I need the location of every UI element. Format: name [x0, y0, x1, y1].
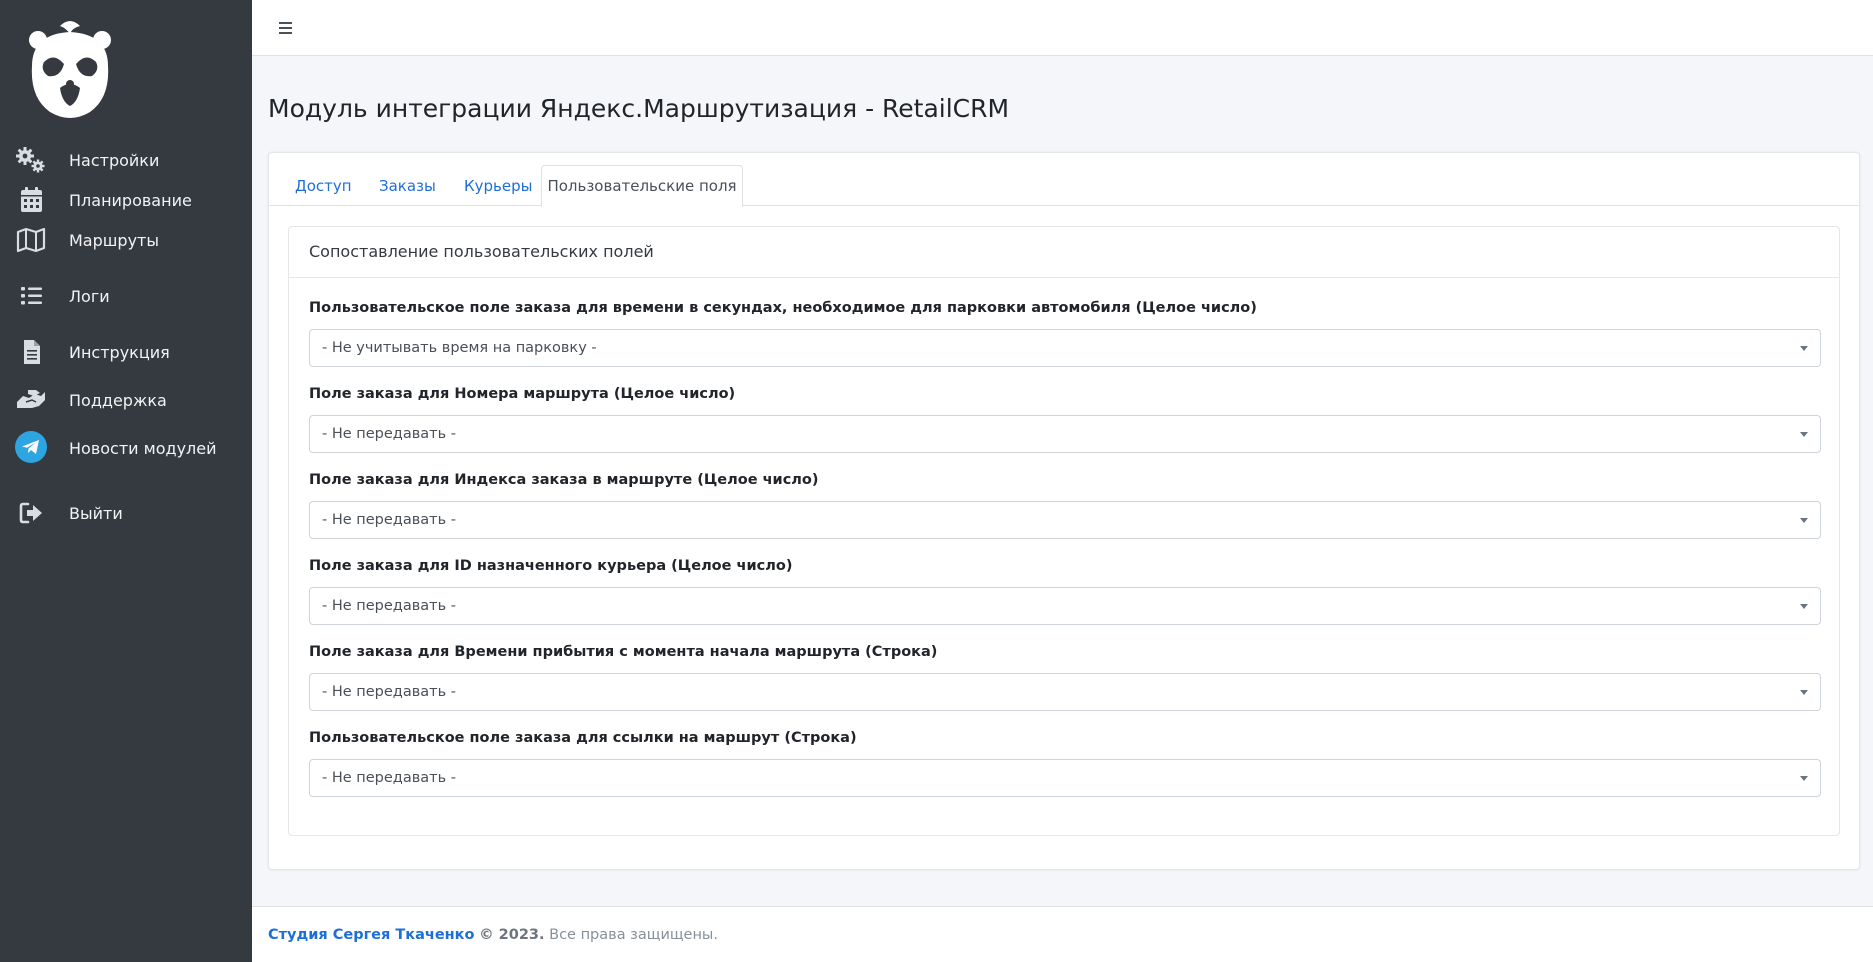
field-label-arrival-time: Поле заказа для Времени прибытия с момен… — [309, 644, 938, 660]
sidebar-item-support[interactable]: Поддержка — [0, 380, 252, 420]
sidebar-item-label: Новости модулей — [69, 438, 217, 458]
logout-icon — [14, 499, 48, 527]
footer-studio-link[interactable]: Студия Сергея Ткаченко — [268, 927, 474, 943]
select-value: - Не передавать - — [322, 684, 456, 700]
select-arrival-time[interactable]: - Не передавать - — [309, 673, 1821, 711]
sidebar-item-label: Инструкция — [69, 342, 170, 362]
custom-fields-panel: Сопоставление пользовательских полей Пол… — [288, 226, 1840, 836]
hamburger-menu-icon[interactable] — [274, 16, 298, 40]
tab-couriers[interactable]: Курьеры — [464, 165, 532, 207]
list-icon — [14, 282, 48, 310]
chevron-down-icon — [1800, 346, 1808, 351]
select-route-link[interactable]: - Не передавать - — [309, 759, 1821, 797]
footer: Студия Сергея Ткаченко © 2023. Все права… — [252, 906, 1873, 962]
tab-custom-fields[interactable]: Пользовательские поля — [541, 165, 743, 207]
sidebar-item-settings[interactable]: Настройки — [0, 140, 252, 180]
footer-copyright: © 2023. — [479, 927, 545, 943]
main-card: Доступ Заказы Курьеры Пользовательские п… — [268, 152, 1860, 870]
select-value: - Не передавать - — [322, 426, 456, 442]
calendar-icon — [14, 186, 48, 214]
field-label-route-link: Пользовательское поле заказа для ссылки … — [309, 730, 857, 746]
sidebar-item-label: Планирование — [69, 190, 192, 210]
field-label-order-index: Поле заказа для Индекса заказа в маршрут… — [309, 472, 819, 488]
document-icon — [14, 338, 48, 366]
tab-access[interactable]: Доступ — [295, 165, 352, 207]
sidebar-item-logs[interactable]: Логи — [0, 276, 252, 316]
chevron-down-icon — [1800, 432, 1808, 437]
sidebar-item-label: Логи — [69, 286, 110, 306]
footer-rights: Все права защищены. — [549, 927, 718, 943]
bear-logo-icon[interactable] — [24, 18, 116, 120]
chevron-down-icon — [1800, 518, 1808, 523]
page-title: Модуль интеграции Яндекс.Маршрутизация -… — [268, 94, 1010, 123]
select-courier-id[interactable]: - Не передавать - — [309, 587, 1821, 625]
select-value: - Не учитывать время на парковку - — [322, 340, 597, 356]
map-icon — [14, 226, 48, 254]
select-parking-time[interactable]: - Не учитывать время на парковку - — [309, 329, 1821, 367]
field-label-parking-time: Пользовательское поле заказа для времени… — [309, 300, 1257, 316]
sidebar-item-label: Выйти — [69, 503, 123, 523]
chevron-down-icon — [1800, 604, 1808, 609]
select-route-number[interactable]: - Не передавать - — [309, 415, 1821, 453]
gears-icon — [14, 146, 48, 174]
chevron-down-icon — [1800, 690, 1808, 695]
select-value: - Не передавать - — [322, 770, 456, 786]
panel-header: Сопоставление пользовательских полей — [289, 227, 1839, 278]
sidebar-item-routes[interactable]: Маршруты — [0, 220, 252, 260]
sidebar-item-label: Маршруты — [69, 230, 159, 250]
sidebar-item-instruction[interactable]: Инструкция — [0, 332, 252, 372]
sidebar-item-label: Настройки — [69, 150, 160, 170]
sidebar-item-logout[interactable]: Выйти — [0, 493, 252, 533]
field-label-route-number: Поле заказа для Номера маршрута (Целое ч… — [309, 386, 736, 402]
select-value: - Не передавать - — [322, 512, 456, 528]
handshake-icon — [14, 386, 48, 414]
footer-text: Студия Сергея Ткаченко © 2023. Все права… — [268, 927, 718, 943]
tab-orders[interactable]: Заказы — [379, 165, 436, 207]
sidebar-item-news[interactable]: Новости модулей — [0, 428, 252, 468]
panel-title: Сопоставление пользовательских полей — [309, 242, 654, 261]
tabs-bar: Доступ Заказы Курьеры Пользовательские п… — [269, 153, 1859, 207]
select-order-index[interactable]: - Не передавать - — [309, 501, 1821, 539]
sidebar-item-label: Поддержка — [69, 390, 167, 410]
chevron-down-icon — [1800, 776, 1808, 781]
select-value: - Не передавать - — [322, 598, 456, 614]
field-label-courier-id: Поле заказа для ID назначенного курьера … — [309, 558, 793, 574]
sidebar-item-planning[interactable]: Планирование — [0, 180, 252, 220]
telegram-icon — [14, 430, 48, 463]
sidebar: Настройки Планирование Маршруты Логи Инс… — [0, 0, 252, 962]
top-navbar — [252, 0, 1873, 56]
